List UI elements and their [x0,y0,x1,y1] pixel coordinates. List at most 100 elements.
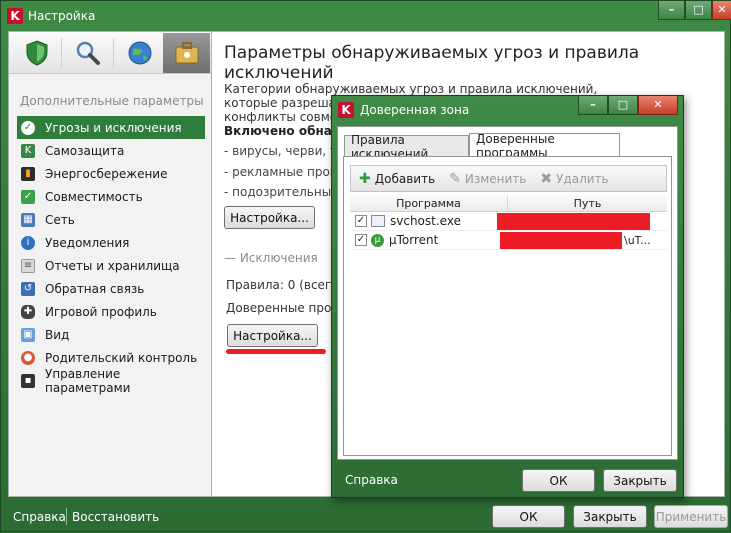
briefcase-icon [175,42,198,64]
k-shield-icon: K [21,143,35,158]
section-title: Дополнительные параметры [20,94,204,108]
report-icon: ≡ [21,258,35,273]
redaction-mark [500,232,622,249]
exclusions-dash: — [224,251,236,265]
sidebar-item-feedback[interactable]: ↺ Обратная связь [17,277,205,300]
trusted-programs-table: Программа Путь ✓ svchost.exe ✓ µ µTorren… [350,195,667,250]
exclusions-heading: — Исключения [224,251,318,265]
battery-icon: ▮ [21,166,35,181]
restore-link[interactable]: Восстановить [72,510,159,524]
parental-icon: ● [21,350,35,365]
dialog-close-action-button[interactable]: Закрыть [603,469,677,492]
protection-tab[interactable] [13,33,60,73]
dialog-toolbar: ✚ Добавить ✎ Изменить ✖ Удалить [350,165,667,192]
close-button[interactable]: Закрыть [573,505,647,528]
help-link[interactable]: Справка [13,510,66,524]
redaction-mark [497,213,650,230]
feedback-icon: ↺ [21,281,35,296]
shield-check-icon: ✓ [21,120,35,135]
title-bar: K Настройка – □ ✕ [1,1,731,31]
view-icon: ▣ [21,327,35,342]
dialog-close-button[interactable]: ✕ [638,96,678,115]
edit-label: Изменить [464,171,527,186]
dialog-maximize-button[interactable]: □ [608,96,638,115]
threats-settings-button[interactable]: Настройка... [224,206,315,229]
application-icon [371,215,385,227]
ok-button[interactable]: ОК [492,505,565,528]
trusted-zone-dialog: K Доверенная зона – □ ✕ Правила исключен… [331,95,684,498]
dialog-help-link[interactable]: Справка [345,473,398,487]
sidebar-item-label: Сеть [45,212,75,227]
exclusions-heading-label: Исключения [239,251,318,265]
table-row[interactable]: ✓ µ µTorrent \uT... [350,231,667,250]
close-window-button[interactable]: ✕ [712,1,731,20]
red-underline-annotation [226,349,326,354]
settings-tab[interactable] [163,33,210,73]
sidebar-item-compatibility[interactable]: ✓ Совместимость [17,185,205,208]
table-header: Программа Путь [350,195,667,212]
sidebar-toolbar [9,32,211,74]
sidebar-item-label: Отчеты и хранилища [45,258,180,273]
kaspersky-logo-icon: K [7,8,23,24]
sidebar-item-network[interactable]: ▦ Сеть [17,208,205,231]
delete-label: Удалить [556,171,609,186]
pencil-icon: ✎ [449,170,461,187]
sidebar-item-label: Обратная связь [45,281,145,296]
dialog-panel: Правила исключений Доверенные программы … [337,126,678,460]
sidebar-item-label: Вид [45,327,70,342]
sidebar-item-self-defense[interactable]: K Самозащита [17,139,205,162]
minimize-button[interactable]: – [658,1,685,20]
sidebar-item-label: Родительский контроль [45,350,198,365]
sidebar-item-threats[interactable]: ✓ Угрозы и исключения [17,116,205,139]
edit-button[interactable]: ✎ Изменить [449,171,526,187]
tab-content: ✚ Добавить ✎ Изменить ✖ Удалить Программ… [343,156,672,456]
info-icon: i [21,235,35,250]
dialog-ok-button[interactable]: ОК [522,469,595,492]
add-button[interactable]: ✚ Добавить [359,171,435,187]
table-row[interactable]: ✓ svchost.exe [350,212,667,231]
page-title: Параметры обнаруживаемых угроз и правила… [224,43,640,83]
sidebar-item-label: Уведомления [45,235,130,250]
column-header-path[interactable]: Путь [508,195,667,211]
program-path: \uT... [624,233,651,247]
update-tab[interactable] [116,33,163,73]
scan-tab[interactable] [64,33,111,73]
dialog-minimize-button[interactable]: – [578,96,608,115]
dialog-title: Доверенная зона [360,103,470,117]
sidebar-item-notifications[interactable]: i Уведомления [17,231,205,254]
link-separator [66,508,67,525]
row-checkbox[interactable]: ✓ [355,215,367,227]
program-name: µTorrent [389,233,439,247]
sidebar-item-label: Игровой профиль [45,304,157,319]
tab-exclusion-rules[interactable]: Правила исключений [344,133,469,161]
sidebar: Дополнительные параметры ✓ Угрозы и искл… [8,31,212,497]
kaspersky-logo-icon: K [338,102,354,118]
window-title: Настройка [28,9,96,23]
maximize-button[interactable]: □ [685,1,712,20]
check-icon: ✓ [21,189,35,204]
globe-icon [128,41,151,65]
dialog-footer: Справка ОК Закрыть [332,462,683,498]
sidebar-item-label: Совместимость [45,189,143,204]
gamepad-icon: ✚ [21,304,35,319]
column-header-program[interactable]: Программа [350,195,508,211]
plus-icon: ✚ [359,170,371,187]
utorrent-icon: µ [371,233,384,247]
sidebar-item-label: Угрозы и исключения [45,120,182,135]
floppy-icon: ▪ [21,373,35,388]
sidebar-item-label: Управление параметрами [45,366,131,395]
delete-button[interactable]: ✖ Удалить [540,171,608,187]
tab-trusted-programs[interactable]: Доверенные программы [469,132,620,160]
toolbar-separator [113,38,114,68]
row-checkbox[interactable]: ✓ [355,234,367,246]
sidebar-item-manage[interactable]: ▪ Управление параметрами [17,366,205,395]
sidebar-item-reports[interactable]: ≡ Отчеты и хранилища [17,254,205,277]
sidebar-menu: ✓ Угрозы и исключения K Самозащита ▮ Эне… [17,116,205,395]
apply-button[interactable]: Применить [654,505,728,528]
sidebar-item-label: Энергосбережение [45,166,168,181]
exclusions-settings-button[interactable]: Настройка... [227,324,318,347]
sidebar-item-power[interactable]: ▮ Энергосбережение [17,162,205,185]
network-icon: ▦ [21,212,35,227]
sidebar-item-gaming[interactable]: ✚ Игровой профиль [17,300,205,323]
sidebar-item-view[interactable]: ▣ Вид [17,323,205,346]
